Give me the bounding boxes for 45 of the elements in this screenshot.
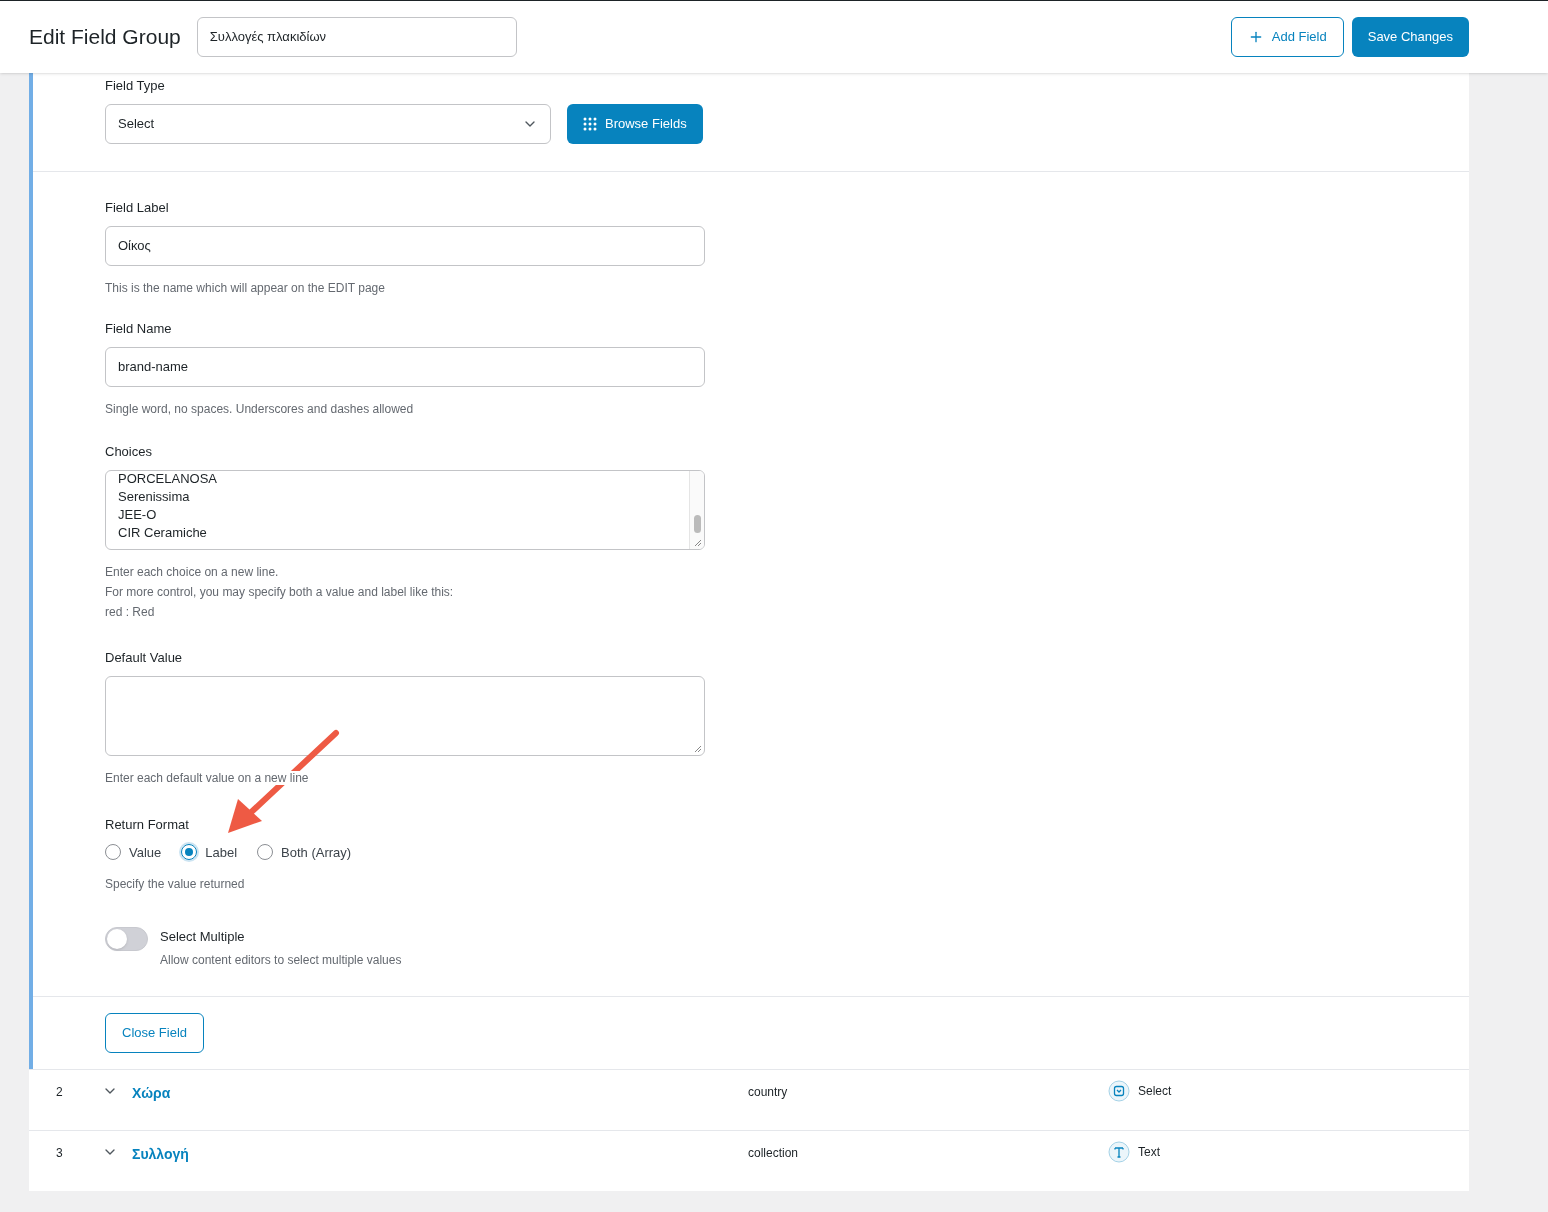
text-field[interactable]: Οίκος — [105, 225, 705, 266]
field-label: Default Value — [105, 649, 184, 667]
choice-line: Serenissima — [118, 487, 191, 506]
field-type: Text — [1138, 1144, 1160, 1161]
choice-line: PORCELANOSA — [118, 470, 218, 488]
toggle-switch[interactable] — [105, 927, 148, 951]
grid-dots-icon — [583, 116, 597, 131]
field-row[interactable]: 3 Συλλογή collection Text — [29, 1130, 1469, 1191]
select-type-icon — [1108, 1080, 1130, 1102]
text-type-icon — [1108, 1141, 1130, 1163]
choice-line: CIR Ceramiche — [118, 523, 208, 542]
resize-handle-icon[interactable] — [694, 538, 702, 547]
field-title-link[interactable]: Συλλογή — [132, 1144, 748, 1165]
help-text: Allow content editors to select multiple values — [160, 951, 402, 969]
field-name: collection — [748, 1145, 800, 1162]
field-label: Choices — [105, 443, 153, 461]
choice-line: JEE-O — [118, 505, 158, 524]
textarea-field[interactable] — [105, 675, 705, 756]
field-label: Field Label — [105, 199, 170, 217]
field-label: Return Format — [105, 816, 190, 834]
radio-option[interactable]: Both (Array) — [257, 842, 352, 862]
field-label: Field Name — [105, 320, 173, 338]
radio-button[interactable] — [181, 844, 198, 861]
field-row[interactable]: 2 Χώρα country Select — [29, 1069, 1469, 1130]
text-field[interactable]: brand-name — [105, 346, 705, 387]
add-field-button[interactable]: Add Field — [1230, 17, 1344, 57]
field-label: Field Type — [105, 77, 166, 95]
radio-option[interactable]: Value — [105, 842, 162, 862]
help-text: Specify the value returned — [105, 876, 246, 892]
page-title: Edit Field Group — [29, 24, 181, 51]
toggle-label: Select Multiple — [160, 928, 246, 946]
field-name: country — [748, 1084, 789, 1101]
field-type-dropdown[interactable]: Select — [105, 103, 551, 144]
field-title-link[interactable]: Χώρα — [132, 1083, 748, 1104]
field-type: Select — [1138, 1083, 1172, 1100]
textarea-field[interactable]: PORCELANOSA Serenissima JEE-O CIR Ceramiche — [105, 469, 705, 550]
resize-handle-icon[interactable] — [694, 744, 702, 753]
help-text: Enter each default value on a new line — [105, 769, 310, 786]
order-number: 2 — [55, 1084, 64, 1101]
group-name-field[interactable]: Συλλογές πλακιδίων — [196, 17, 517, 57]
browse-fields-button[interactable]: Browse Fields — [567, 103, 703, 144]
close-field-button[interactable]: Close Field — [105, 1013, 205, 1053]
radio-option[interactable]: Label — [181, 842, 238, 862]
save-button[interactable]: Save Changes — [1351, 17, 1469, 57]
order-number: 3 — [55, 1145, 64, 1162]
